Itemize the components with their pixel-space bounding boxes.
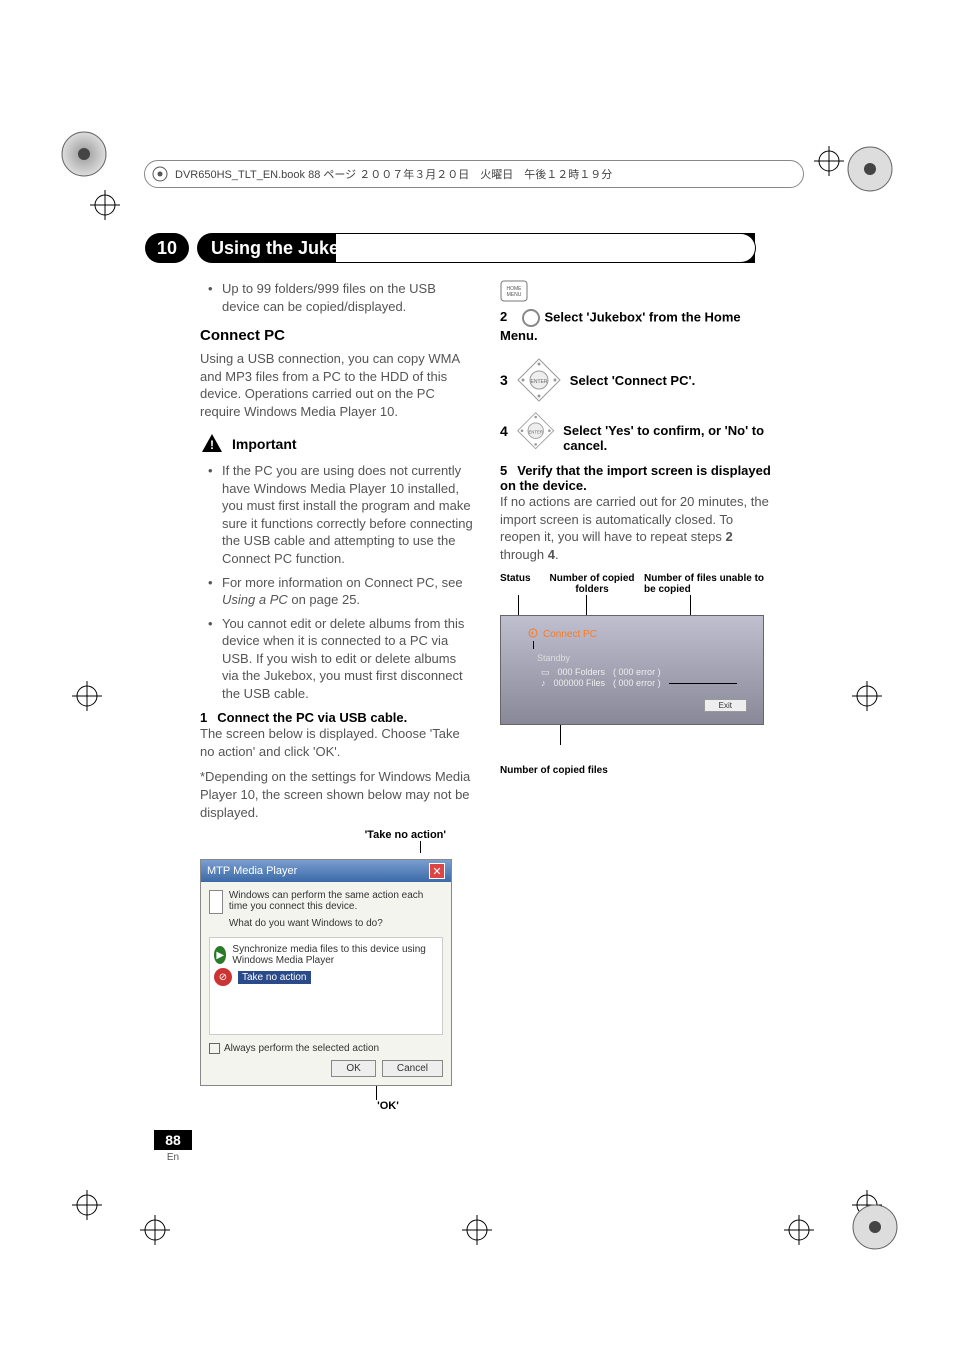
fig2-label-unable: Number of files unable to be copied [644, 573, 776, 595]
print-registration-icon [60, 130, 108, 178]
home-menu-button-icon: HOMEMENU [500, 280, 528, 302]
dialog-option-list: ▶ Synchronize media files to this device… [209, 937, 443, 1035]
fig1-label-bottom: 'OK' [200, 1100, 476, 1112]
dialog-screenshot: MTP Media Player ✕ Windows can perform t… [200, 859, 452, 1086]
print-registration-icon [851, 1203, 899, 1251]
dialog-titlebar: MTP Media Player ✕ [201, 860, 451, 882]
chapter-title-wrap: Using the Jukebox [197, 233, 755, 263]
warning-icon: ! [200, 432, 224, 456]
chapter-bar: 10 Using the Jukebox [145, 232, 755, 264]
circle-icon [521, 308, 541, 328]
svg-text:!: ! [210, 438, 214, 452]
fig2-standby: Standby [537, 653, 737, 663]
svg-text:ENTER: ENTER [528, 429, 542, 434]
chapter-number: 10 [145, 233, 189, 263]
cancel-button: Cancel [382, 1060, 443, 1077]
close-icon: ✕ [429, 863, 445, 879]
no-action-icon: ⊘ [214, 968, 232, 986]
top-bullet: Up to 99 folders/999 files on the USB de… [212, 280, 476, 315]
enter-nav-icon: ENTER [516, 411, 555, 457]
right-column: HOMEMENU 2 Select 'Jukebox' from the Hom… [500, 280, 776, 1112]
crosshair-icon [140, 1215, 170, 1245]
exit-button: Exit [704, 699, 747, 712]
document-icon [209, 890, 223, 914]
music-note-icon: ♪ [541, 678, 546, 688]
ok-button: OK [331, 1060, 375, 1077]
play-icon: ▶ [214, 946, 226, 964]
dialog-title: MTP Media Player [207, 865, 297, 877]
dialog-checkbox-label: Always perform the selected action [224, 1043, 379, 1054]
step-4-num: 4 [500, 411, 508, 439]
checkbox-icon [209, 1043, 220, 1054]
fig2-folders-err: ( 000 error ) [613, 667, 661, 678]
header-file-info: DVR650HS_TLT_EN.book 88 ページ ２００７年３月２０日 火… [175, 166, 612, 182]
connect-icon [527, 628, 539, 641]
step-3-num: 3 [500, 372, 508, 388]
crosshair-icon [90, 190, 120, 220]
left-column: Up to 99 folders/999 files on the USB de… [200, 280, 476, 1112]
dialog-opt1: Synchronize media files to this device u… [232, 944, 438, 966]
important-item-1: If the PC you are using does not current… [212, 462, 476, 567]
gear-icon [151, 165, 169, 183]
page-badge: 88 En [154, 1130, 192, 1163]
step-5: 5Verify that the import screen is displa… [500, 463, 776, 493]
fig2-files-err: ( 000 error ) [613, 678, 661, 688]
fig2-label-status: Status [500, 573, 540, 595]
step-3-text: Select 'Connect PC'. [570, 373, 695, 388]
fig1-label-top: 'Take no action' [200, 829, 476, 841]
dialog-opt2: Take no action [238, 971, 311, 984]
fig2-caption: Number of copied files [500, 765, 776, 776]
enter-nav-icon: ENTER [516, 357, 562, 403]
connect-pc-body: Using a USB connection, you can copy WMA… [200, 350, 476, 420]
svg-text:MENU: MENU [507, 292, 522, 298]
crosshair-icon [462, 1215, 492, 1245]
page-header-bar: DVR650HS_TLT_EN.book 88 ページ ２００７年３月２０日 火… [144, 160, 804, 188]
dialog-line2: What do you want Windows to do? [229, 918, 443, 929]
crosshair-icon [72, 681, 102, 711]
fig2-title: Connect PC [543, 629, 597, 640]
print-registration-icon [846, 145, 894, 193]
dialog-line1: Windows can perform the same action each… [229, 890, 443, 912]
import-screen-figure: Status Number of copied folders Number o… [500, 573, 776, 776]
folder-icon: ▭ [541, 667, 550, 678]
step-2: 2 Select 'Jukebox' from the Home Menu. [500, 308, 776, 343]
page-lang: En [154, 1152, 192, 1163]
important-label: Important [232, 436, 297, 452]
fig2-folders: 000 Folders [558, 667, 606, 678]
step-1-body: The screen below is displayed. Choose 'T… [200, 725, 476, 760]
important-row: ! Important [200, 432, 476, 456]
crosshair-icon [784, 1215, 814, 1245]
crosshair-icon [852, 681, 882, 711]
crosshair-icon [72, 1190, 102, 1220]
step-1-note: *Depending on the settings for Windows M… [200, 768, 476, 821]
connect-pc-heading: Connect PC [200, 327, 476, 344]
step-5-body: If no actions are carried out for 20 min… [500, 493, 776, 563]
page-number: 88 [154, 1130, 192, 1150]
fig2-files: 000000 Files [554, 678, 606, 688]
important-item-3: You cannot edit or delete albums from th… [212, 615, 476, 703]
step-4-text: Select 'Yes' to confirm, or 'No' to canc… [563, 411, 776, 453]
important-item-2: For more information on Connect PC, see … [212, 574, 476, 609]
step-1: 1Connect the PC via USB cable. [200, 710, 476, 725]
fig2-label-copied: Number of copied folders [544, 573, 640, 595]
import-screen: Connect PC Standby ▭ 000 Folders ( 000 e… [500, 615, 764, 725]
svg-text:ENTER: ENTER [530, 379, 547, 385]
crosshair-icon [814, 146, 844, 176]
